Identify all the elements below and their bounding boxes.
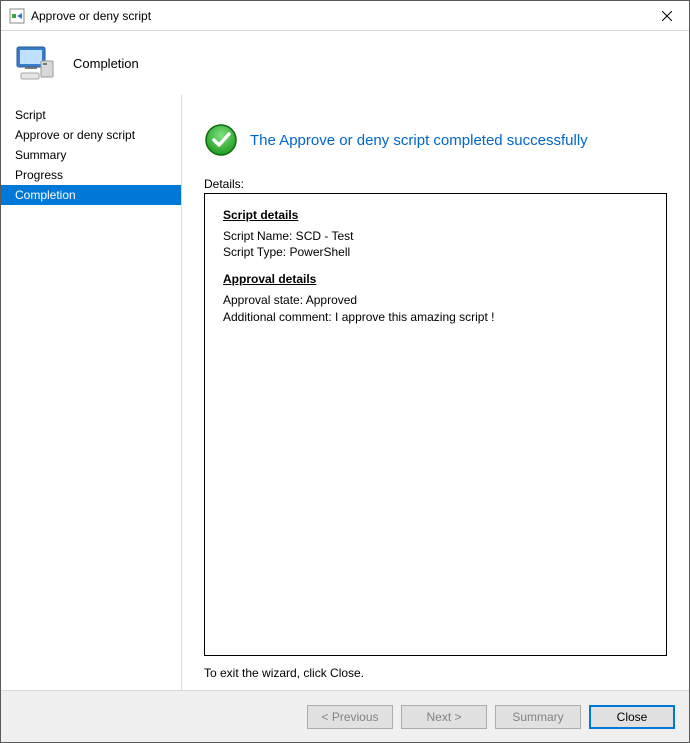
success-row: The Approve or deny script completed suc… (204, 123, 667, 157)
wizard-window: Approve or deny script Completion Scrip (0, 0, 690, 743)
sidebar-item-approve-or-deny-script[interactable]: Approve or deny script (1, 125, 181, 145)
sidebar-item-progress[interactable]: Progress (1, 165, 181, 185)
wizard-page-title: Completion (73, 56, 139, 71)
window-title: Approve or deny script (31, 9, 644, 23)
details-box: Script details Script Name: SCD - Test S… (204, 193, 667, 656)
sidebar-item-completion[interactable]: Completion (1, 185, 181, 205)
sidebar-item-summary[interactable]: Summary (1, 145, 181, 165)
window-close-button[interactable] (644, 1, 689, 31)
sidebar-item-script[interactable]: Script (1, 105, 181, 125)
details-label: Details: (204, 177, 667, 191)
wizard-header: Completion (1, 31, 689, 95)
computer-icon (11, 39, 59, 87)
close-icon (662, 11, 672, 21)
approval-state-line: Approval state: Approved (223, 292, 648, 308)
titlebar: Approve or deny script (1, 1, 689, 31)
script-name-line: Script Name: SCD - Test (223, 228, 648, 244)
wizard-sidebar: Script Approve or deny script Summary Pr… (1, 95, 182, 690)
success-message: The Approve or deny script completed suc… (250, 132, 588, 149)
previous-button: < Previous (307, 705, 393, 729)
close-button[interactable]: Close (589, 705, 675, 729)
success-check-icon (204, 123, 238, 157)
script-details-heading: Script details (223, 208, 648, 222)
additional-comment-line: Additional comment: I approve this amazi… (223, 309, 648, 325)
wizard-footer: < Previous Next > Summary Close (1, 690, 689, 742)
summary-button: Summary (495, 705, 581, 729)
script-type-line: Script Type: PowerShell (223, 244, 648, 260)
app-icon (9, 8, 25, 24)
wizard-main: The Approve or deny script completed suc… (182, 95, 689, 690)
exit-hint: To exit the wizard, click Close. (204, 666, 667, 680)
wizard-body: Script Approve or deny script Summary Pr… (1, 95, 689, 690)
approval-details-heading: Approval details (223, 272, 648, 286)
next-button: Next > (401, 705, 487, 729)
